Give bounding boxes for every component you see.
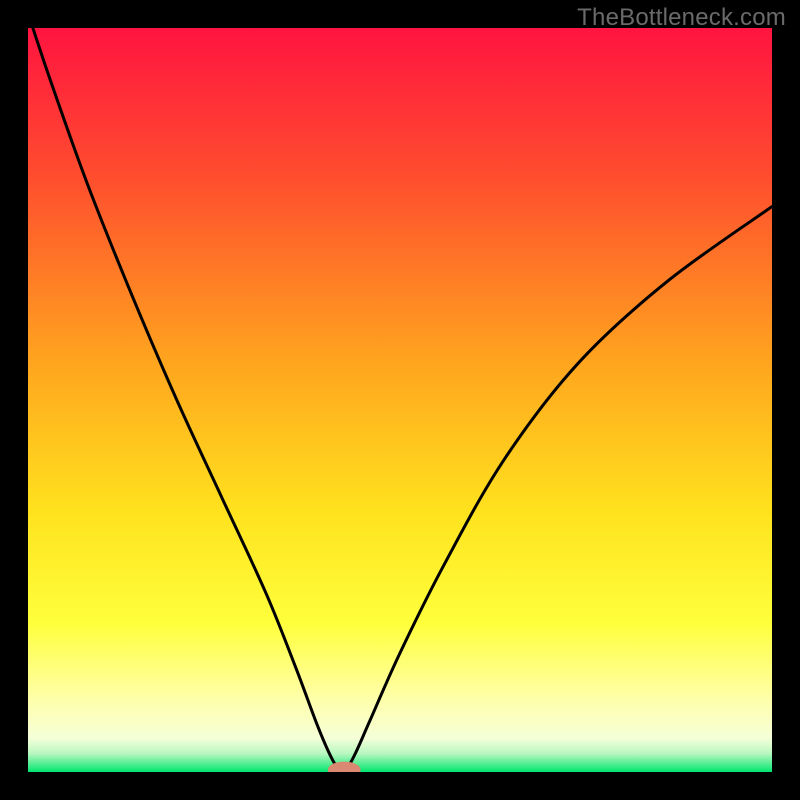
chart-frame: TheBottleneck.com — [0, 0, 800, 800]
bottleneck-chart — [28, 28, 772, 772]
plot-background — [28, 28, 772, 772]
